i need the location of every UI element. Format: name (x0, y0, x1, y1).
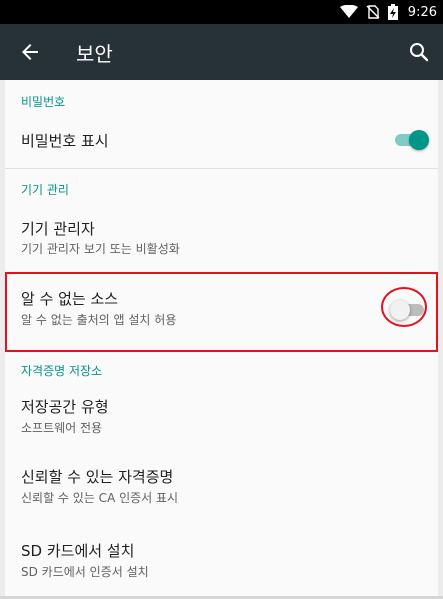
app-toolbar: 보안 (0, 24, 443, 80)
arrow-back-icon[interactable] (18, 40, 42, 64)
highlight-circle (381, 287, 427, 327)
pref-summary: SD 카드에서 인증서 설치 (21, 565, 149, 579)
section-header-credential-storage: 자격증명 저장소 (21, 364, 103, 378)
pref-title: 신뢰할 수 있는 자격증명 (21, 468, 174, 486)
pref-show-password[interactable]: 비밀번호 표시 (5, 116, 438, 164)
show-password-switch[interactable] (393, 128, 429, 152)
pref-title: 비밀번호 표시 (21, 132, 109, 150)
pref-device-administrators[interactable]: 기기 관리자 기기 관리자 보기 또는 비활성화 (5, 208, 438, 272)
page-title: 보안 (76, 42, 113, 66)
section-header-device-admin: 기기 관리 (21, 183, 69, 197)
battery-charging-icon (387, 4, 398, 20)
status-icons: 9:26 (339, 0, 437, 24)
pref-summary: 소프트웨어 전용 (21, 421, 103, 435)
wifi-icon (339, 5, 358, 19)
pref-summary: 기기 관리자 보기 또는 비활성화 (21, 242, 180, 256)
divider (5, 168, 438, 169)
pref-summary: 신뢰할 수 있는 CA 인증서 표시 (21, 491, 179, 505)
search-icon[interactable] (407, 40, 431, 64)
pref-trusted-credentials[interactable]: 신뢰할 수 있는 자격증명 신뢰할 수 있는 CA 인증서 표시 (5, 456, 438, 522)
pref-title: 기기 관리자 (21, 220, 95, 238)
status-time: 9:26 (407, 4, 437, 20)
pref-storage-type[interactable]: 저장공간 유형 소프트웨어 전용 (5, 386, 438, 446)
pref-title: SD 카드에서 설치 (21, 542, 135, 560)
highlight-box (5, 272, 438, 352)
no-sim-icon (366, 5, 380, 19)
section-header-password: 비밀번호 (21, 95, 66, 109)
pref-title: 저장공간 유형 (21, 398, 109, 416)
status-bar: 9:26 (0, 0, 443, 24)
pref-install-from-sd[interactable]: SD 카드에서 설치 SD 카드에서 인증서 설치 (5, 530, 438, 594)
